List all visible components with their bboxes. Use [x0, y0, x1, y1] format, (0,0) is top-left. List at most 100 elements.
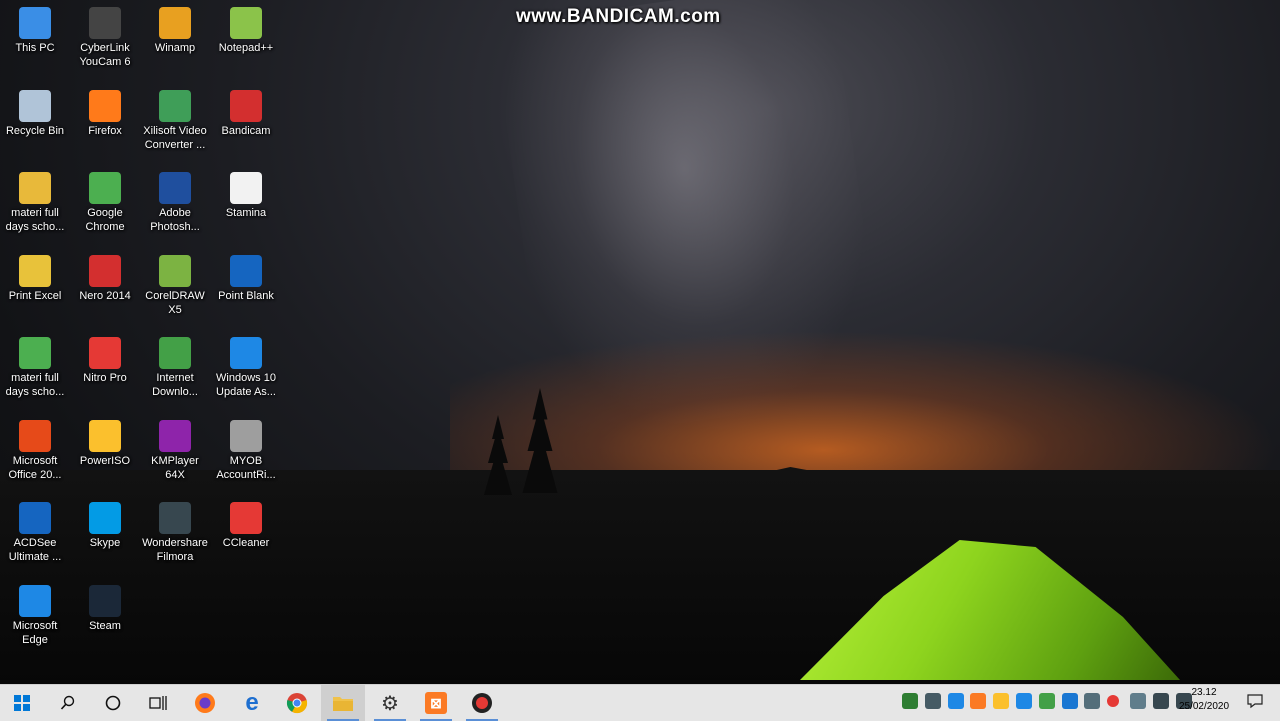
desktop-icon[interactable]: Microsoft Office 20... [0, 419, 70, 482]
desktop-icon[interactable]: Steam [70, 584, 140, 633]
clock-time: 23.12 [1191, 687, 1217, 698]
steam-icon [89, 584, 121, 617]
desktop-icon[interactable]: PowerISO [70, 419, 140, 468]
notification-button[interactable] [1244, 690, 1266, 712]
desktop-icon[interactable]: CCleaner [211, 502, 281, 550]
desktop-icon[interactable]: CyberLink YouCam 6 [70, 7, 140, 69]
desktop-icon[interactable]: Nitro Pro [70, 337, 140, 385]
desktop-icon[interactable]: ACDSee Ultimate ... [0, 502, 70, 564]
shield-icon[interactable] [902, 693, 918, 709]
chrome-icon [286, 693, 308, 714]
bandicam-taskbar-button[interactable] [460, 685, 504, 721]
computer-icon [19, 7, 51, 39]
desktop-icon[interactable]: Google Chrome [70, 172, 140, 234]
windows-logo-icon [14, 695, 30, 711]
edge-icon: e [245, 689, 259, 716]
desktop-icon[interactable]: Xilisoft Video Converter ... [140, 89, 210, 152]
xampp-tray-icon[interactable] [970, 693, 987, 709]
desktop-icon-label: Point Blank [218, 289, 274, 302]
desktop-icon-label: Notepad++ [218, 42, 274, 54]
desktop-icon-label: CorelDRAW X5 [145, 289, 205, 316]
firefox-icon [195, 693, 215, 713]
point-blank-icon [230, 254, 262, 287]
desktop-icon[interactable]: Internet Downlo... [140, 337, 210, 399]
smiley-icon[interactable] [993, 693, 1010, 709]
desktop-icon-label: Microsoft Edge [12, 619, 58, 646]
network-globe-icon[interactable] [924, 693, 941, 709]
monitor-icon[interactable] [1016, 693, 1032, 709]
desktop-icon-label: KMPlayer 64X [151, 454, 199, 481]
usb-icon[interactable] [1130, 693, 1146, 709]
desktop-icon[interactable]: MYOB AccountRi... [211, 419, 281, 482]
desktop-icon[interactable]: CorelDRAW X5 [140, 254, 210, 317]
task-view-button[interactable] [136, 685, 180, 721]
desktop-icon[interactable]: Print Excel [0, 254, 70, 303]
clock[interactable]: 23.12 25/02/2020 [1168, 686, 1240, 714]
storage-icon[interactable] [947, 693, 964, 709]
desktop-icon[interactable]: Microsoft Edge [0, 584, 70, 647]
edge-taskbar-button[interactable]: e [230, 685, 274, 721]
cortana-button[interactable] [91, 685, 135, 721]
gear-icon: ⚙ [381, 692, 399, 715]
task-view-icon [149, 696, 167, 710]
chrome-icon [19, 337, 51, 369]
desktop-icon-label: Adobe Photosh... [150, 207, 200, 233]
desktop-icon-label: PowerISO [79, 454, 131, 467]
chrome-taskbar-button[interactable] [275, 685, 319, 721]
ccleaner-icon [230, 502, 262, 534]
desktop-icon-label: Steam [89, 619, 121, 632]
filmora-icon [159, 502, 191, 534]
firefox-taskbar-button[interactable] [183, 685, 227, 721]
notification-icon [1247, 694, 1263, 709]
desktop-icon-label: Internet Downlo... [152, 372, 198, 398]
folder-icon [333, 697, 353, 711]
desktop-icon[interactable]: This PC [0, 7, 70, 55]
desktop-icon-label: materi full days scho... [5, 372, 65, 398]
battery-icon[interactable] [1152, 693, 1169, 709]
desktop-icon[interactable]: Wondershare Filmora [140, 502, 210, 564]
desktop-icon[interactable]: Firefox [70, 89, 140, 138]
desktop-icon[interactable]: Nero 2014 [70, 254, 140, 303]
desktop-icon[interactable]: Notepad++ [211, 7, 281, 55]
desktop-icon-label: Nitro Pro [83, 372, 127, 384]
desktop-icon[interactable]: KMPlayer 64X [140, 419, 210, 482]
folder-icon [19, 172, 51, 204]
desktop-icon[interactable]: materi full days scho... [0, 337, 70, 399]
desktop-icon-label: CCleaner [222, 537, 270, 549]
desktop-icon[interactable]: Winamp [140, 7, 210, 55]
desktop-icon-label: Recycle Bin [5, 124, 65, 137]
search-icon [60, 695, 75, 710]
desktop-icon[interactable]: Recycle Bin [0, 89, 70, 138]
acdsee-icon [19, 502, 51, 534]
desktop-icon[interactable]: Bandicam [211, 89, 281, 138]
office-icon [19, 419, 51, 452]
edge-icon [19, 584, 51, 617]
desktop-icon[interactable]: Adobe Photosh... [140, 172, 210, 234]
desktop-icon-label: Bandicam [221, 124, 271, 137]
sync-icon[interactable] [1084, 693, 1101, 709]
circle-icon [105, 695, 121, 711]
file-explorer-taskbar-button[interactable] [321, 685, 365, 721]
bluetooth-icon[interactable] [1061, 693, 1078, 709]
desktop-icon[interactable]: Point Blank [211, 254, 281, 303]
desktop-icon-label: Nero 2014 [79, 289, 131, 302]
firefox-icon [89, 89, 121, 122]
chrome-icon [89, 172, 121, 204]
nitro-icon [89, 337, 121, 369]
desktop-icon[interactable]: materi full days scho... [0, 172, 70, 234]
desktop-icon-label: Stamina [225, 207, 267, 219]
start-button[interactable] [0, 685, 44, 721]
settings-taskbar-button[interactable]: ⚙ [368, 685, 412, 721]
stamina-icon [230, 172, 262, 204]
nero-icon [89, 254, 121, 287]
desktop-icon-label: ACDSee Ultimate ... [8, 537, 62, 563]
desktop-icon[interactable]: Windows 10 Update As... [211, 337, 281, 399]
notepad-icon [230, 7, 262, 39]
desktop-icon[interactable]: Stamina [211, 172, 281, 220]
xampp-icon: ⊠ [425, 692, 447, 714]
xampp-taskbar-button[interactable]: ⊠ [414, 685, 458, 721]
desktop-icon-label: Xilisoft Video Converter ... [143, 124, 207, 151]
green-app-icon[interactable] [1038, 693, 1055, 709]
desktop-icon[interactable]: Skype [70, 502, 140, 550]
search-button[interactable] [46, 685, 90, 721]
